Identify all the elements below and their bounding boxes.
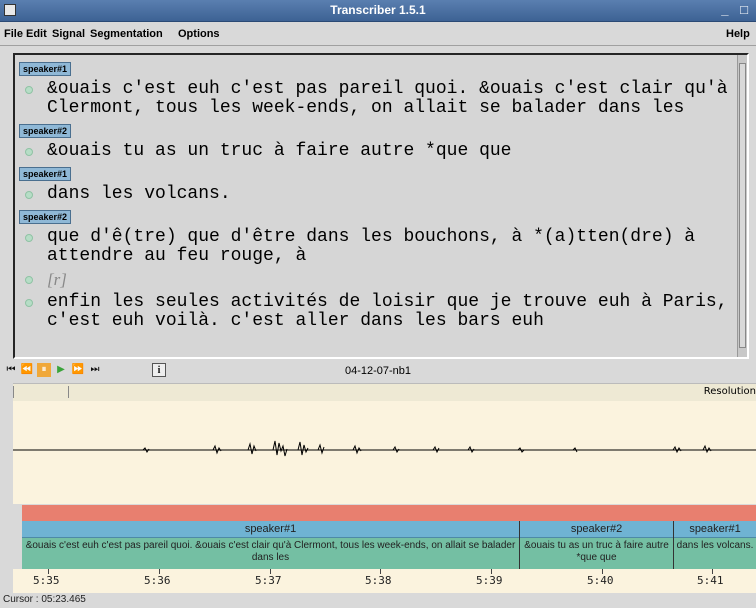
menu-edit[interactable]: Edit (26, 28, 47, 40)
file-name: 04-12-07-nb1 (344, 365, 412, 377)
menu-bar: File Edit Signal Segmentation Options He… (0, 22, 756, 46)
waveform (13, 440, 756, 457)
turn-text[interactable]: &ouais tu as un truc à faire autre *que … (19, 142, 733, 161)
ruler-tick (13, 386, 14, 398)
turn-text[interactable]: que d'ê(tre) que d'être dans les bouchon… (19, 228, 733, 266)
menu-file[interactable]: File (4, 28, 23, 40)
time-label: 5:35 (33, 574, 60, 587)
window-title: Transcriber 1.5.1 (330, 3, 426, 17)
menu-segmentation[interactable]: Segmentation (90, 28, 163, 40)
speaker-tag[interactable]: speaker#1 (19, 62, 72, 76)
resolution-label[interactable]: Resolution (704, 386, 756, 397)
editor-scrollbar[interactable] (737, 55, 747, 357)
speaker-tag[interactable]: speaker#2 (19, 210, 72, 224)
noise-event-label[interactable]: [r] (47, 270, 67, 289)
segment-text[interactable]: &ouais tu as un truc à faire autre *que … (520, 538, 673, 569)
ruler-tick (68, 386, 69, 398)
segment[interactable]: speaker#1 dans les volcans. (674, 521, 756, 569)
time-label: 5:41 (697, 574, 724, 587)
sync-marker-icon[interactable] (25, 86, 33, 94)
segment-text[interactable]: dans les volcans. (674, 538, 756, 569)
time-label: 5:38 (365, 574, 392, 587)
cursor-position: Cursor : 05:23.465 (3, 594, 86, 605)
sync-marker-icon[interactable] (25, 148, 33, 156)
window-controls[interactable]: _ □ (721, 2, 752, 17)
scrollbar-thumb[interactable] (739, 63, 746, 348)
turn-text[interactable]: enfin les seules activités de loisir que… (19, 293, 733, 331)
menu-options[interactable]: Options (178, 28, 220, 40)
segment-speaker[interactable]: speaker#1 (22, 521, 519, 538)
menu-signal[interactable]: Signal (52, 28, 85, 40)
transcription-editor[interactable]: speaker#1 &ouais c'est euh c'est pas par… (13, 53, 749, 359)
noise-event[interactable]: [r] (19, 270, 733, 289)
sync-marker-icon[interactable] (25, 276, 33, 284)
sync-marker-icon[interactable] (25, 299, 33, 307)
turn-text-content[interactable]: enfin les seules activités de loisir que… (47, 292, 728, 331)
title-bar: Transcriber 1.5.1 _ □ (0, 0, 756, 22)
turn-track[interactable] (22, 505, 756, 521)
speaker-tag[interactable]: speaker#2 (19, 124, 72, 138)
turn-text-content[interactable]: que d'ê(tre) que d'être dans les bouchon… (47, 227, 695, 266)
segment-track[interactable]: speaker#1 &ouais c'est euh c'est pas par… (22, 521, 756, 569)
time-label: 5:39 (476, 574, 503, 587)
segment-speaker[interactable]: speaker#1 (674, 521, 756, 538)
waveform-panel[interactable] (13, 401, 756, 504)
time-label: 5:37 (255, 574, 282, 587)
transport-bar: ⏮ ⏪ ⏸ ▶ ⏩ ⏭ i 04-12-07-nb1 (0, 361, 756, 381)
segment[interactable]: speaker#2 &ouais tu as un truc à faire a… (520, 521, 674, 569)
sync-marker-icon[interactable] (25, 234, 33, 242)
time-label: 5:36 (144, 574, 171, 587)
time-label: 5:40 (587, 574, 614, 587)
turn-text-content[interactable]: &ouais tu as un truc à faire autre *que … (47, 141, 511, 161)
segment-speaker[interactable]: speaker#2 (520, 521, 673, 538)
turn-text[interactable]: dans les volcans. (19, 185, 733, 204)
turn-text-content[interactable]: dans les volcans. (47, 184, 231, 204)
speaker-tag[interactable]: speaker#1 (19, 167, 72, 181)
zoom-ruler[interactable]: Resolution (13, 383, 756, 401)
sync-marker-icon[interactable] (25, 191, 33, 199)
waveform-signal (142, 440, 712, 457)
segment[interactable]: speaker#1 &ouais c'est euh c'est pas par… (22, 521, 520, 569)
time-axis[interactable]: 5:35 5:36 5:37 5:38 5:39 5:40 5:41 (13, 569, 756, 593)
turn-text[interactable]: &ouais c'est euh c'est pas pareil quoi. … (19, 80, 733, 118)
turn-text-content[interactable]: &ouais c'est euh c'est pas pareil quoi. … (47, 79, 728, 118)
menu-help[interactable]: Help (726, 28, 750, 40)
segment-text[interactable]: &ouais c'est euh c'est pas pareil quoi. … (22, 538, 519, 569)
